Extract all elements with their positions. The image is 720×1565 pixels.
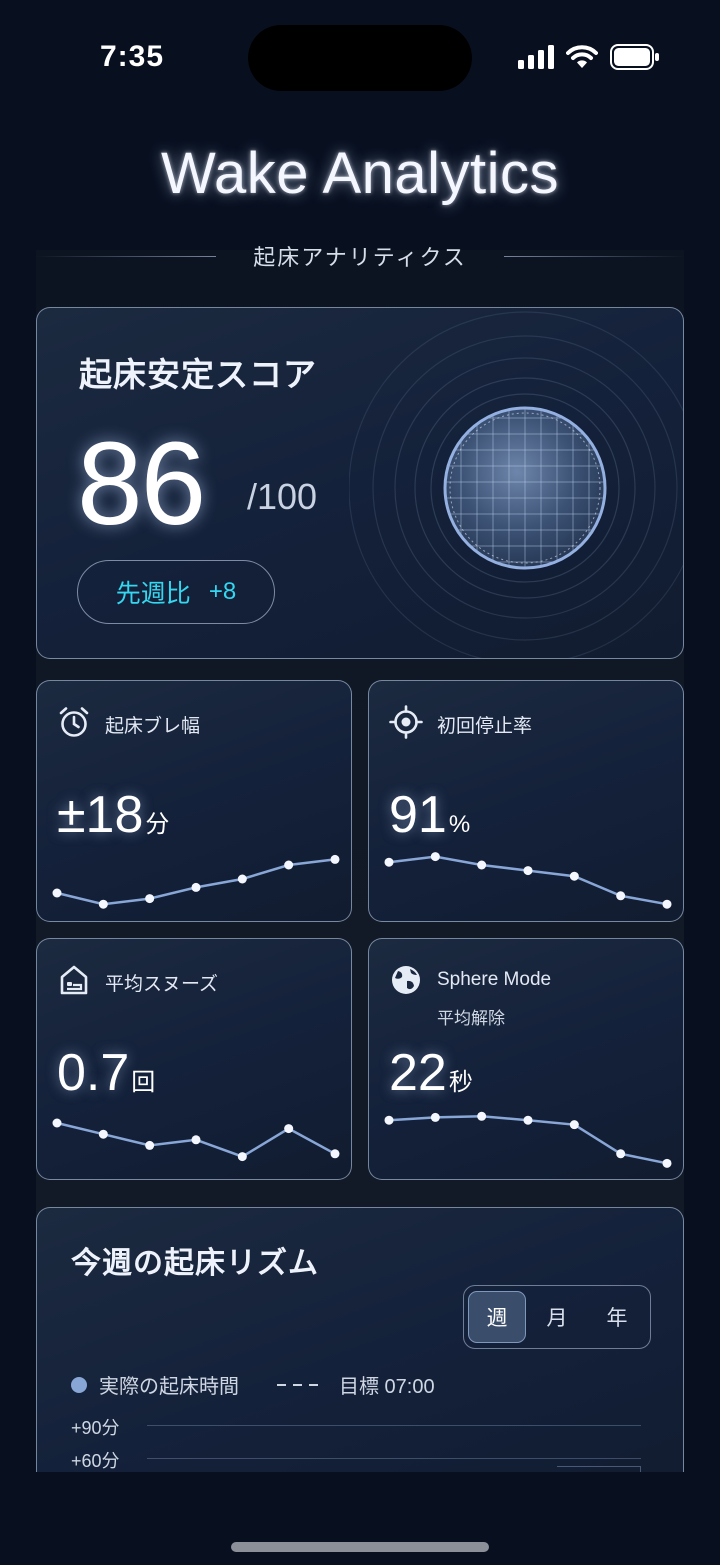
sparkline-point — [145, 894, 155, 904]
status-time: 7:35 — [100, 40, 165, 73]
sparkline-chart — [52, 854, 340, 909]
sparkline-point — [569, 871, 579, 881]
sparkline-point — [330, 1149, 340, 1159]
sparkline-line — [388, 855, 668, 906]
divider — [504, 256, 684, 257]
dynamic-island — [248, 25, 472, 91]
metric-card-wake-variance[interactable]: 起床ブレ幅 ±18分 — [36, 680, 352, 922]
gridline — [147, 1425, 641, 1426]
status-bar: 7:35 — [0, 0, 720, 110]
gridline — [147, 1458, 641, 1459]
metric-value: ±18分 — [57, 786, 170, 844]
sparkline-point — [616, 891, 626, 901]
system-icons — [518, 44, 660, 75]
cellular-signal-icon — [518, 45, 554, 74]
tab-year[interactable]: 年 — [588, 1291, 646, 1343]
metric-value: 0.7回 — [57, 1044, 156, 1102]
sparkline-point — [477, 860, 487, 870]
content-area: 起床安定スコア 86 /100 先週比 +8 起床ブレ幅 ±18分 初回停止率 … — [36, 250, 684, 1472]
alarm-clock-icon — [57, 705, 91, 739]
metric-card-first-stop-rate[interactable]: 初回停止率 91% — [368, 680, 684, 922]
sparkline-point — [284, 860, 294, 870]
sparkline-point — [477, 1111, 487, 1121]
sparkline-point — [523, 1115, 533, 1125]
chart-bar-outline — [557, 1466, 641, 1472]
battery-icon — [610, 44, 660, 75]
score-label: 起床安定スコア — [79, 356, 317, 393]
wifi-icon — [566, 45, 598, 74]
axis-label-60: +60分 — [71, 1451, 120, 1471]
tab-month[interactable]: 月 — [528, 1291, 586, 1343]
metric-value: 22秒 — [389, 1044, 473, 1102]
metric-card-sphere-mode[interactable]: Sphere Mode 平均解除 22秒 — [368, 938, 684, 1180]
metric-label: 起床ブレ幅 — [105, 716, 201, 737]
axis-label-90: +90分 — [71, 1418, 120, 1438]
target-legend-dash — [277, 1383, 321, 1386]
sphere-graphic — [348, 308, 683, 658]
sparkline-point — [191, 1135, 201, 1145]
home-indicator[interactable] — [231, 1542, 489, 1552]
app-title: Wake Analytics — [160, 141, 560, 206]
sparkline-point — [430, 852, 440, 862]
sparkline-point — [237, 1152, 247, 1162]
sparkline-point — [52, 888, 62, 898]
actual-legend-dot — [71, 1376, 87, 1393]
subtitle-row: 起床アナリティクス — [36, 240, 684, 270]
score-max: /100 — [247, 476, 318, 517]
weekly-delta-badge: 先週比 +8 — [77, 560, 275, 624]
sparkline-point — [52, 1118, 62, 1128]
metric-label: 平均スヌーズ — [105, 974, 219, 995]
legend-target: 目標 07:00 — [339, 1376, 435, 1398]
sparkline-chart — [52, 1118, 340, 1162]
sparkline-point — [523, 866, 533, 876]
sparkline-point — [98, 899, 108, 909]
sparkline-point — [284, 1124, 294, 1134]
sparkline-point — [98, 1129, 108, 1139]
globe-icon — [389, 963, 423, 997]
metric-value: 91% — [389, 786, 471, 844]
bed-home-icon — [57, 963, 91, 997]
legend-actual: 実際の起床時間 — [99, 1376, 239, 1398]
delta-value: +8 — [208, 578, 237, 605]
sparkline-point — [662, 899, 672, 909]
sparkline-chart — [384, 852, 672, 909]
period-segmented-control: 週 月 年 — [463, 1285, 651, 1349]
weekly-rhythm-card: 今週の起床リズム 週 月 年 実際の起床時間 目標 07:00 +90分 +60… — [36, 1207, 684, 1472]
sparkline-point — [430, 1112, 440, 1122]
sparkline-point — [191, 882, 201, 892]
sparkline-point — [145, 1140, 155, 1150]
sparkline-point — [237, 874, 247, 884]
score-value: 86 — [77, 418, 206, 550]
wake-stability-score-card[interactable]: 起床安定スコア 86 /100 先週比 +8 — [36, 307, 684, 659]
tab-week[interactable]: 週 — [468, 1291, 527, 1343]
sparkline-point — [384, 1115, 394, 1125]
sparkline-point — [330, 854, 340, 864]
rhythm-title: 今週の起床リズム — [71, 1247, 319, 1280]
target-icon — [389, 705, 423, 739]
chart-legend: 実際の起床時間 目標 07:00 — [71, 1370, 435, 1399]
sparkline-chart — [384, 1111, 672, 1168]
delta-label: 先週比 — [115, 580, 191, 608]
sparkline-point — [662, 1158, 672, 1168]
page-header: Wake Analytics 起床アナリティクス — [36, 140, 684, 280]
metric-sublabel: 平均解除 — [437, 1009, 505, 1028]
metric-card-average-snooze[interactable]: 平均スヌーズ 0.7回 — [36, 938, 352, 1180]
sparkline-line — [56, 858, 336, 906]
sparkline-point — [569, 1120, 579, 1130]
metric-label: Sphere Mode — [437, 969, 552, 990]
sparkline-point — [384, 857, 394, 867]
metric-label: 初回停止率 — [437, 716, 533, 737]
app-screen: 7:35 起床安定スコア 86 /100 先週比 +8 起床ブレ幅 ±18分 初… — [0, 0, 720, 1565]
sparkline-point — [616, 1149, 626, 1159]
